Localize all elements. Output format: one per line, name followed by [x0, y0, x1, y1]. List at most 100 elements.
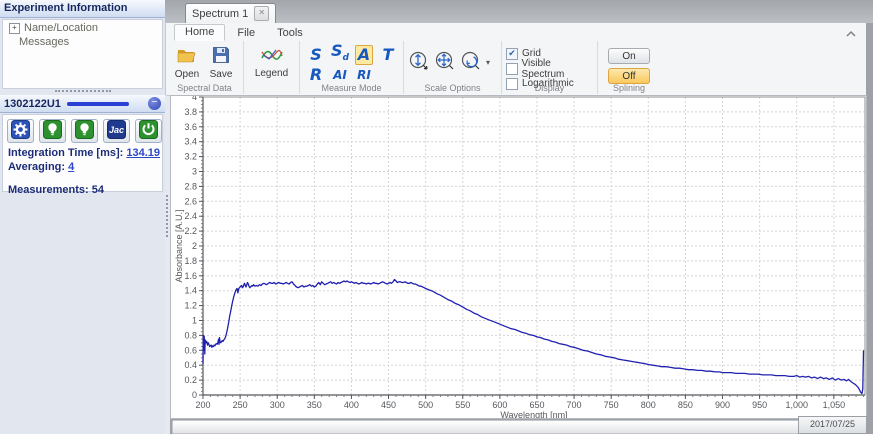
- svg-text:0: 0: [192, 390, 197, 400]
- app-window: Experiment Information +Name/LocationMes…: [0, 0, 873, 434]
- document-tab-strip: Spectrum 1 ✕: [165, 0, 873, 23]
- group-measure-mode: SSdATRAIRI Measure Mode: [300, 41, 404, 94]
- integration-time-field: Integration Time [ms]: 134.19: [8, 146, 162, 160]
- svg-text:1,050: 1,050: [823, 400, 846, 410]
- bulb-icon: [75, 120, 94, 142]
- lamp-b-button[interactable]: [71, 119, 98, 143]
- svg-text:450: 450: [381, 400, 396, 410]
- close-tab-icon[interactable]: ✕: [254, 6, 269, 21]
- svg-text:200: 200: [195, 400, 210, 410]
- gear-icon: [11, 120, 30, 142]
- svg-text:3.2: 3.2: [184, 152, 197, 162]
- zoom-options-button[interactable]: [460, 50, 482, 75]
- autoscale-icon: [434, 60, 456, 75]
- device-id: 1302122U1: [0, 98, 61, 110]
- group-legend: Legend: [244, 41, 300, 94]
- ribbon-body: Open Save Spectral Data: [166, 41, 866, 94]
- settings-button[interactable]: [7, 119, 34, 143]
- power-icon: [139, 120, 158, 142]
- scale-y-axis-button[interactable]: [408, 50, 430, 75]
- averaging-value[interactable]: 4: [68, 161, 74, 173]
- svg-text:350: 350: [307, 400, 322, 410]
- measure-mode-s-button[interactable]: S: [307, 45, 325, 65]
- svg-text:Jac: Jac: [109, 125, 124, 135]
- measure-mode-ri-button[interactable]: RI: [354, 65, 374, 85]
- checkbox-visible-spectrum-box[interactable]: [506, 63, 518, 75]
- open-folder-icon: [176, 46, 198, 67]
- tree-item-messages[interactable]: Messages: [3, 34, 162, 48]
- averaging-field: Averaging: 4: [8, 160, 162, 174]
- svg-text:700: 700: [567, 400, 582, 410]
- svg-text:600: 600: [492, 400, 507, 410]
- checkbox-grid-box[interactable]: ✔: [506, 48, 518, 60]
- experiment-panel-header: Experiment Information: [0, 0, 165, 18]
- splining-on-button[interactable]: On: [608, 48, 650, 64]
- svg-text:750: 750: [604, 400, 619, 410]
- svg-text:2.6: 2.6: [184, 196, 197, 206]
- measure-mode-ai-button[interactable]: AI: [330, 65, 350, 85]
- group-spectral-data: Open Save Spectral Data: [166, 41, 244, 94]
- spectrum-chart[interactable]: 00.20.40.60.811.21.41.61.822.22.42.62.83…: [171, 96, 866, 423]
- collapse-ribbon-icon[interactable]: [844, 27, 858, 39]
- floppy-disk-icon: [212, 46, 230, 67]
- svg-text:Wavelength [nm]: Wavelength [nm]: [500, 410, 567, 418]
- spectrum-chart-panel: 00.20.40.60.811.21.41.61.822.22.42.62.83…: [170, 95, 867, 419]
- splining-off-button[interactable]: Off: [608, 68, 650, 84]
- device-status-line: [67, 102, 129, 106]
- group-splining: On Off Splining: [598, 41, 660, 94]
- jac-icon: Jac: [107, 120, 126, 142]
- ribbon-tab-home[interactable]: Home: [174, 24, 225, 41]
- tab-spectrum-1[interactable]: Spectrum 1 ✕: [185, 3, 276, 23]
- measure-mode-t-button[interactable]: T: [380, 45, 397, 65]
- group-scale-options: ▾ Scale Options: [404, 41, 502, 94]
- open-button[interactable]: Open: [170, 44, 204, 82]
- series-spectrum-1: [203, 280, 864, 394]
- group-label-display: Display: [502, 83, 597, 93]
- svg-text:1.4: 1.4: [184, 286, 197, 296]
- svg-text:3.8: 3.8: [184, 107, 197, 117]
- chart-horizontal-scrollbar[interactable]: [172, 420, 867, 434]
- measure-mode-a-button[interactable]: A: [355, 45, 373, 65]
- scale-y-axis-icon: [408, 60, 430, 75]
- bulb-icon: [43, 120, 62, 142]
- lamp-a-button[interactable]: [39, 119, 66, 143]
- horizontal-splitter[interactable]: [0, 88, 165, 94]
- svg-text:0.4: 0.4: [184, 360, 197, 370]
- ribbon-tab-row: Home File Tools: [166, 23, 866, 41]
- group-label-spectral-data: Spectral Data: [166, 83, 243, 93]
- jac-button[interactable]: Jac: [103, 119, 130, 143]
- expand-icon[interactable]: +: [9, 23, 20, 34]
- legend-icon: [261, 46, 283, 66]
- svg-text:2.2: 2.2: [184, 226, 197, 236]
- averaging-label: Averaging:: [8, 161, 68, 173]
- group-label-scale-options: Scale Options: [404, 83, 501, 93]
- checkbox-visible-spectrum[interactable]: Visible Spectrum: [506, 61, 593, 76]
- svg-text:1.2: 1.2: [184, 301, 197, 311]
- svg-text:0.8: 0.8: [184, 330, 197, 340]
- svg-text:550: 550: [455, 400, 470, 410]
- svg-text:Absorbance [A.U.]: Absorbance [A.U.]: [174, 209, 184, 282]
- zoom-out-icon: [460, 60, 482, 75]
- tree-item-name-location[interactable]: +Name/Location: [3, 20, 162, 34]
- date-badge: 2017/07/25: [798, 416, 867, 434]
- integration-time-value[interactable]: 134.19: [126, 147, 160, 159]
- measure-mode-r-button[interactable]: R: [307, 65, 325, 85]
- ribbon-tab-file[interactable]: File: [227, 26, 265, 41]
- svg-text:2.4: 2.4: [184, 211, 197, 221]
- ribbon-tab-tools[interactable]: Tools: [267, 26, 313, 41]
- power-button[interactable]: [135, 119, 162, 143]
- device-header: 1302122U1 −: [0, 95, 165, 113]
- experiment-tree: +Name/LocationMessages: [2, 19, 163, 89]
- zoom-options-dropdown-icon[interactable]: ▾: [486, 58, 490, 67]
- collapse-device-button[interactable]: −: [148, 97, 161, 110]
- save-button[interactable]: Save: [204, 44, 238, 82]
- ribbon: Home File Tools Open: [166, 23, 866, 96]
- legend-button[interactable]: Legend: [249, 44, 295, 81]
- autoscale-button[interactable]: [434, 50, 456, 75]
- experiment-panel: Experiment Information +Name/LocationMes…: [0, 0, 166, 434]
- tab-spectrum-1-label: Spectrum 1: [192, 8, 248, 20]
- svg-text:250: 250: [233, 400, 248, 410]
- svg-text:3.4: 3.4: [184, 137, 197, 147]
- svg-text:2.8: 2.8: [184, 181, 197, 191]
- group-label-measure-mode: Measure Mode: [300, 83, 403, 93]
